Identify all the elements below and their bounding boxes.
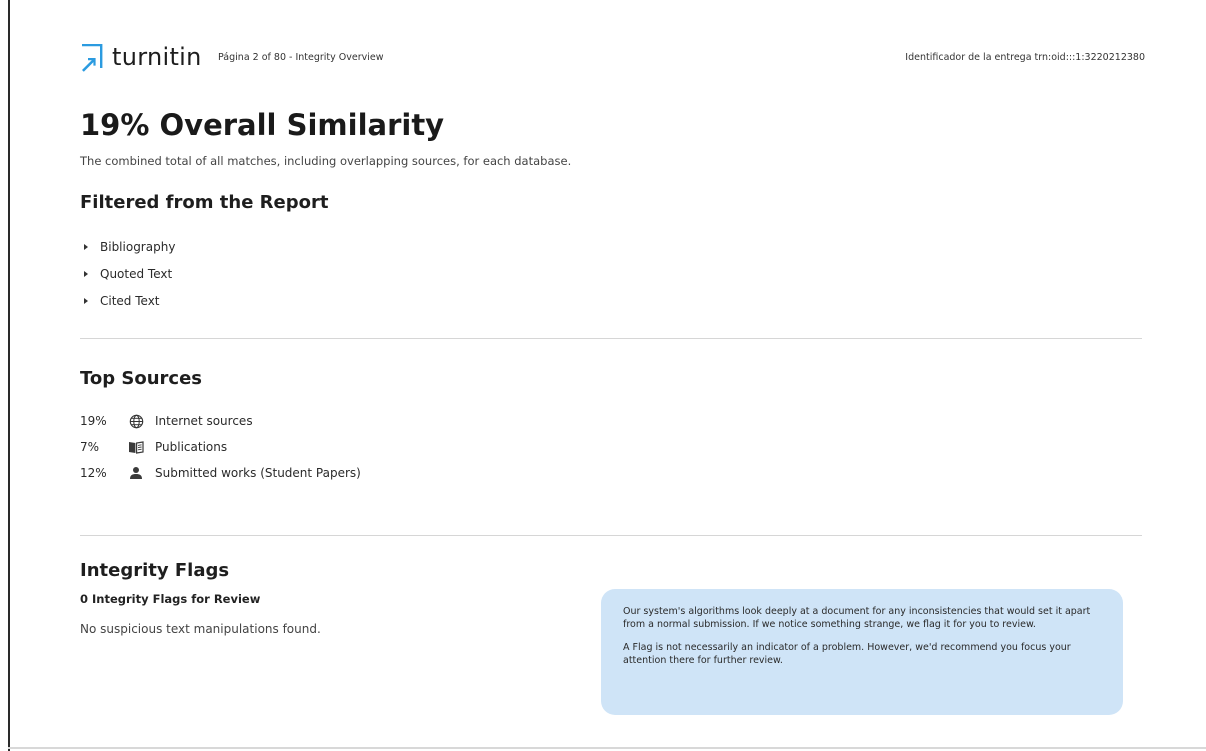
info-paragraph: A Flag is not necessarily an indicator o…: [623, 642, 1071, 666]
integrity-info-box: Our system's algorithms look deeply at a…: [601, 589, 1123, 715]
integrity-flags-status: No suspicious text manipulations found.: [80, 622, 321, 636]
source-percent: 12%: [80, 466, 107, 480]
filtered-item-bibliography: Bibliography: [84, 233, 175, 260]
filtered-item-label: Cited Text: [100, 293, 160, 308]
book-icon: [128, 439, 144, 455]
page-bottom-border: [8, 747, 1206, 749]
caret-right-icon: [84, 297, 88, 304]
filtered-item-cited-text: Cited Text: [84, 287, 175, 314]
source-row-internet: 19% Internet sources: [80, 408, 361, 434]
source-row-publications: 7% Publications: [80, 434, 361, 460]
page-indicator: Página 2 of 80 - Integrity Overview: [218, 52, 384, 63]
globe-icon: [128, 413, 144, 429]
caret-right-icon: [84, 270, 88, 277]
section-divider: [80, 535, 1142, 536]
person-icon: [128, 465, 144, 481]
integrity-flags-heading: Integrity Flags: [80, 560, 230, 581]
turnitin-logo: turnitin: [80, 40, 202, 74]
turnitin-logo-icon: [82, 44, 103, 72]
source-label: Publications: [155, 440, 228, 454]
top-sources-list: 19% Internet sources 7% Publications 12%…: [80, 408, 361, 486]
caret-right-icon: [84, 243, 88, 250]
filtered-item-label: Quoted Text: [100, 266, 173, 281]
source-percent: 7%: [80, 440, 100, 454]
page-left-border: [8, 0, 10, 751]
section-divider: [80, 338, 1142, 339]
submission-id: Identificador de la entrega trn:oid:::1:…: [905, 52, 1145, 63]
filtered-heading: Filtered from the Report: [80, 192, 329, 213]
source-percent: 19%: [80, 414, 107, 428]
source-label: Submitted works (Student Papers): [155, 466, 361, 480]
page-subtitle: The combined total of all matches, inclu…: [80, 154, 572, 168]
integrity-flags-count: 0 Integrity Flags for Review: [80, 592, 261, 606]
top-sources-heading: Top Sources: [80, 368, 203, 389]
report-page: turnitin Página 2 of 80 - Integrity Over…: [0, 0, 1206, 751]
filtered-item-label: Bibliography: [100, 239, 176, 254]
source-label: Internet sources: [155, 414, 253, 428]
filtered-list: Bibliography Quoted Text Cited Text: [84, 233, 175, 314]
source-row-submitted-works: 12% Submitted works (Student Papers): [80, 460, 361, 486]
filtered-item-quoted-text: Quoted Text: [84, 260, 175, 287]
page-title: 19% Overall Similarity: [80, 108, 445, 142]
report-header: turnitin Página 2 of 80 - Integrity Over…: [80, 40, 1145, 74]
turnitin-logo-text: turnitin: [112, 43, 202, 71]
info-paragraph: Our system's algorithms look deeply at a…: [623, 606, 1091, 630]
